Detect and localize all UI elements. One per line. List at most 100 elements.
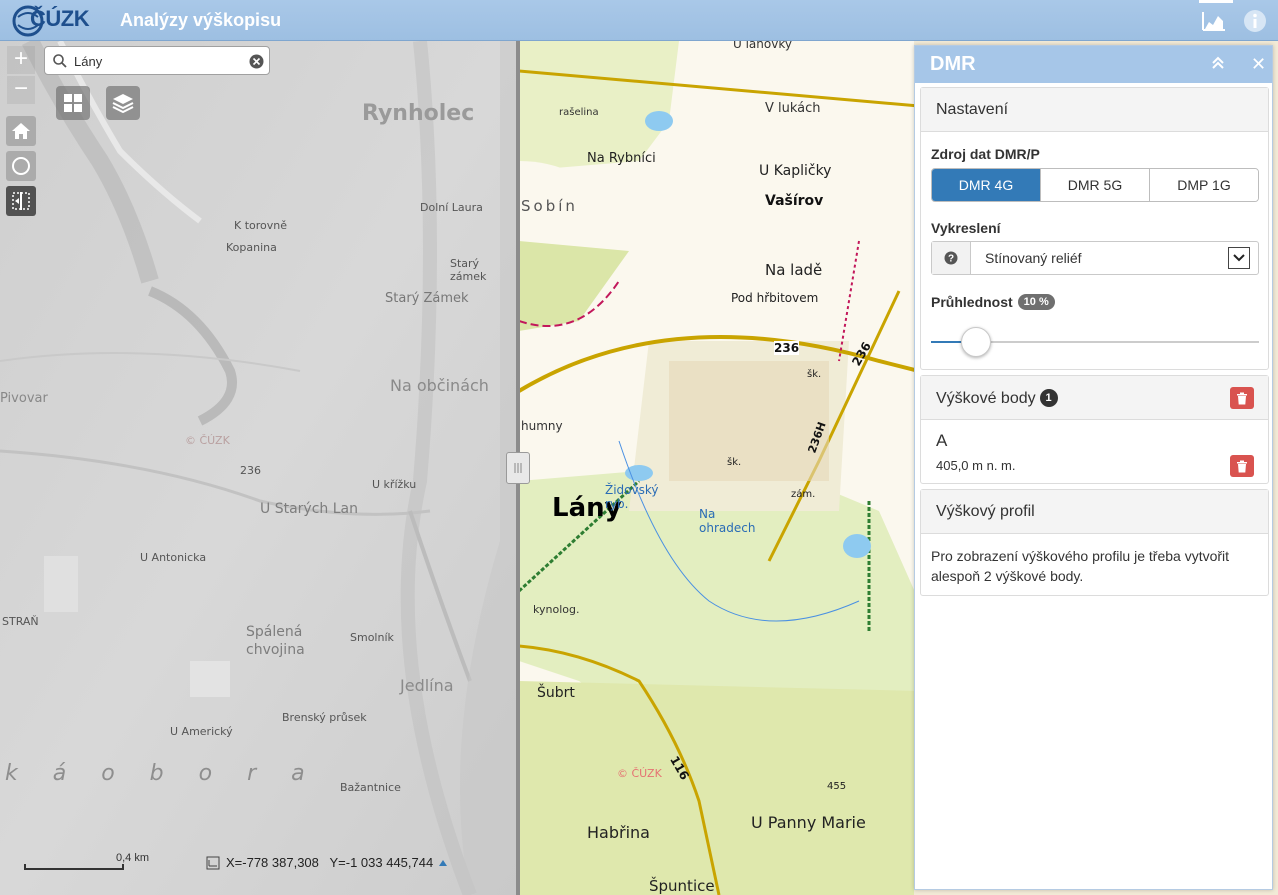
home-button[interactable] [6, 116, 36, 146]
zoom-out-button[interactable]: − [7, 76, 35, 104]
points-heading: Výškové body [936, 390, 1036, 407]
locate-button[interactable] [6, 151, 36, 181]
source-dmr4g-button[interactable]: DMR 4G [932, 169, 1041, 201]
map-label: humny [521, 419, 563, 433]
scale-label: 0,4 km [116, 852, 150, 864]
points-card: Výškové body 1 A 405,0 m n. m. [920, 375, 1269, 484]
map-label: Pivovar [0, 391, 48, 406]
opacity-label-row: Průhlednost 10 % [931, 294, 1055, 310]
points-heading-row: Výškové body 1 [936, 389, 1058, 408]
settings-card-header: Nastavení [921, 88, 1268, 132]
map-label: Na ohradech [699, 507, 756, 535]
opacity-badge: 10 % [1017, 294, 1055, 310]
points-card-header: Výškové body 1 [921, 376, 1268, 420]
collapse-panel-icon[interactable] [1211, 56, 1225, 70]
map-label: U křížku [372, 478, 417, 491]
map-label: Smolník [350, 631, 394, 644]
svg-text:?: ? [948, 254, 954, 265]
coordinate-system-icon [206, 856, 220, 869]
map-label: Spálená chvojina [246, 624, 305, 658]
swipe-handle[interactable] [506, 452, 530, 484]
map-label: Jedlína [400, 676, 454, 695]
map-label: © ČÚZK [185, 434, 230, 447]
hillshade-map[interactable]: Rynholec K torovně Kopanina Starý Zámek … [0, 41, 517, 895]
app-title: Analýzy výškopisu [120, 10, 282, 30]
settings-card: Nastavení Zdroj dat DMR/P DMR 4G DMR 5G … [920, 87, 1269, 370]
panel-title: DMR [930, 53, 976, 75]
map-label: © ČÚZK [617, 767, 662, 780]
map-label: zám. [791, 489, 816, 500]
map-label: rašelina [559, 107, 599, 118]
delete-all-points-button[interactable] [1230, 387, 1254, 409]
elevation-profile-button[interactable] [1197, 4, 1231, 38]
layers-button[interactable] [106, 86, 140, 120]
map-label: U Panny Marie [751, 813, 866, 832]
map-label: Na ladě [765, 261, 823, 279]
search-input[interactable] [72, 51, 242, 71]
map-label: Vašírov [765, 193, 824, 209]
map-label: U Antonicka [140, 551, 207, 564]
map-label: Bažantnice [340, 781, 401, 794]
render-select[interactable]: ? Stínovaný reliéf [931, 241, 1259, 275]
chevron-down-icon[interactable] [1228, 247, 1250, 269]
map-label: Šubrt [537, 685, 575, 701]
source-dmp1g-button[interactable]: DMP 1G [1150, 169, 1258, 201]
info-button[interactable] [1238, 4, 1272, 38]
basemap-switch-button[interactable] [56, 86, 90, 120]
map-label: Brenský průsek [282, 711, 367, 724]
app-header: ČÚZK Analýzy výškopisu [0, 0, 1278, 41]
source-dmr5g-button[interactable]: DMR 5G [1041, 169, 1150, 201]
profile-card: Výškový profil Pro zobrazení výškového p… [920, 489, 1269, 596]
opacity-label: Průhlednost [931, 294, 1013, 310]
search-icon [53, 54, 67, 68]
map-label: Na Rybníci [587, 151, 656, 166]
map-label: STRAŇ [2, 615, 39, 628]
coordinate-readout: X=-778 387,308 Y=-1 033 445,744 [206, 855, 448, 870]
map-label: U Americký [170, 725, 233, 738]
map-label: Rynholec [362, 101, 475, 126]
map-label: Kopanina [226, 241, 277, 254]
map-label: šk. [727, 457, 742, 468]
trash-icon [1237, 392, 1247, 404]
map-label: 455 [827, 781, 847, 792]
elevation-profile-icon [1202, 12, 1225, 31]
map-label: Dolní Laura [420, 201, 483, 214]
map-label: V lukách [765, 101, 821, 116]
swipe-compare-icon [12, 192, 30, 210]
active-tool-indicator [1199, 0, 1233, 3]
panel-header: DMR ✕ [915, 46, 1272, 83]
zoom-in-button[interactable]: + [7, 46, 35, 74]
map-label: Židovský ryb. [605, 483, 659, 511]
profile-heading: Výškový profil [936, 503, 1035, 520]
topographic-background [519, 41, 919, 895]
opacity-slider-handle[interactable] [960, 327, 991, 357]
profile-message: Pro zobrazení výškového profilu je třeba… [931, 548, 1230, 584]
search-box[interactable] [44, 46, 270, 75]
points-count-badge: 1 [1039, 389, 1058, 407]
map-label: Na občinách [390, 376, 489, 395]
dmr-panel: DMR ✕ Nastavení Zdroj dat DMR/P DMR 4G D… [914, 45, 1273, 890]
map-label: šk. [807, 369, 822, 380]
swipe-tool-button[interactable] [6, 186, 36, 216]
point-name: A [936, 431, 948, 450]
map-label: U Starých Lan [260, 501, 358, 517]
logo-text: ČÚZK [30, 6, 90, 31]
profile-card-header: Výškový profil [921, 490, 1268, 534]
scale-bar [24, 864, 124, 870]
point-elevation: 405,0 m n. m. [936, 458, 1016, 473]
map-label: k á o b o r a [5, 761, 319, 786]
map-label: Špuntice [649, 877, 715, 895]
locate-icon [12, 157, 30, 175]
caret-up-icon[interactable] [439, 859, 448, 866]
map-label: K torovně [234, 219, 288, 232]
render-help-button[interactable]: ? [932, 242, 971, 274]
source-label: Zdroj dat DMR/P [931, 146, 1040, 162]
close-panel-button[interactable]: ✕ [1251, 55, 1266, 73]
delete-point-button[interactable] [1230, 455, 1254, 477]
clear-search-icon[interactable] [249, 54, 264, 69]
opacity-slider[interactable] [931, 327, 1259, 357]
map-label: 236 [774, 341, 800, 355]
settings-heading: Nastavení [936, 101, 1009, 118]
source-selector: DMR 4G DMR 5G DMP 1G [931, 168, 1259, 202]
grip-icon [514, 463, 522, 473]
